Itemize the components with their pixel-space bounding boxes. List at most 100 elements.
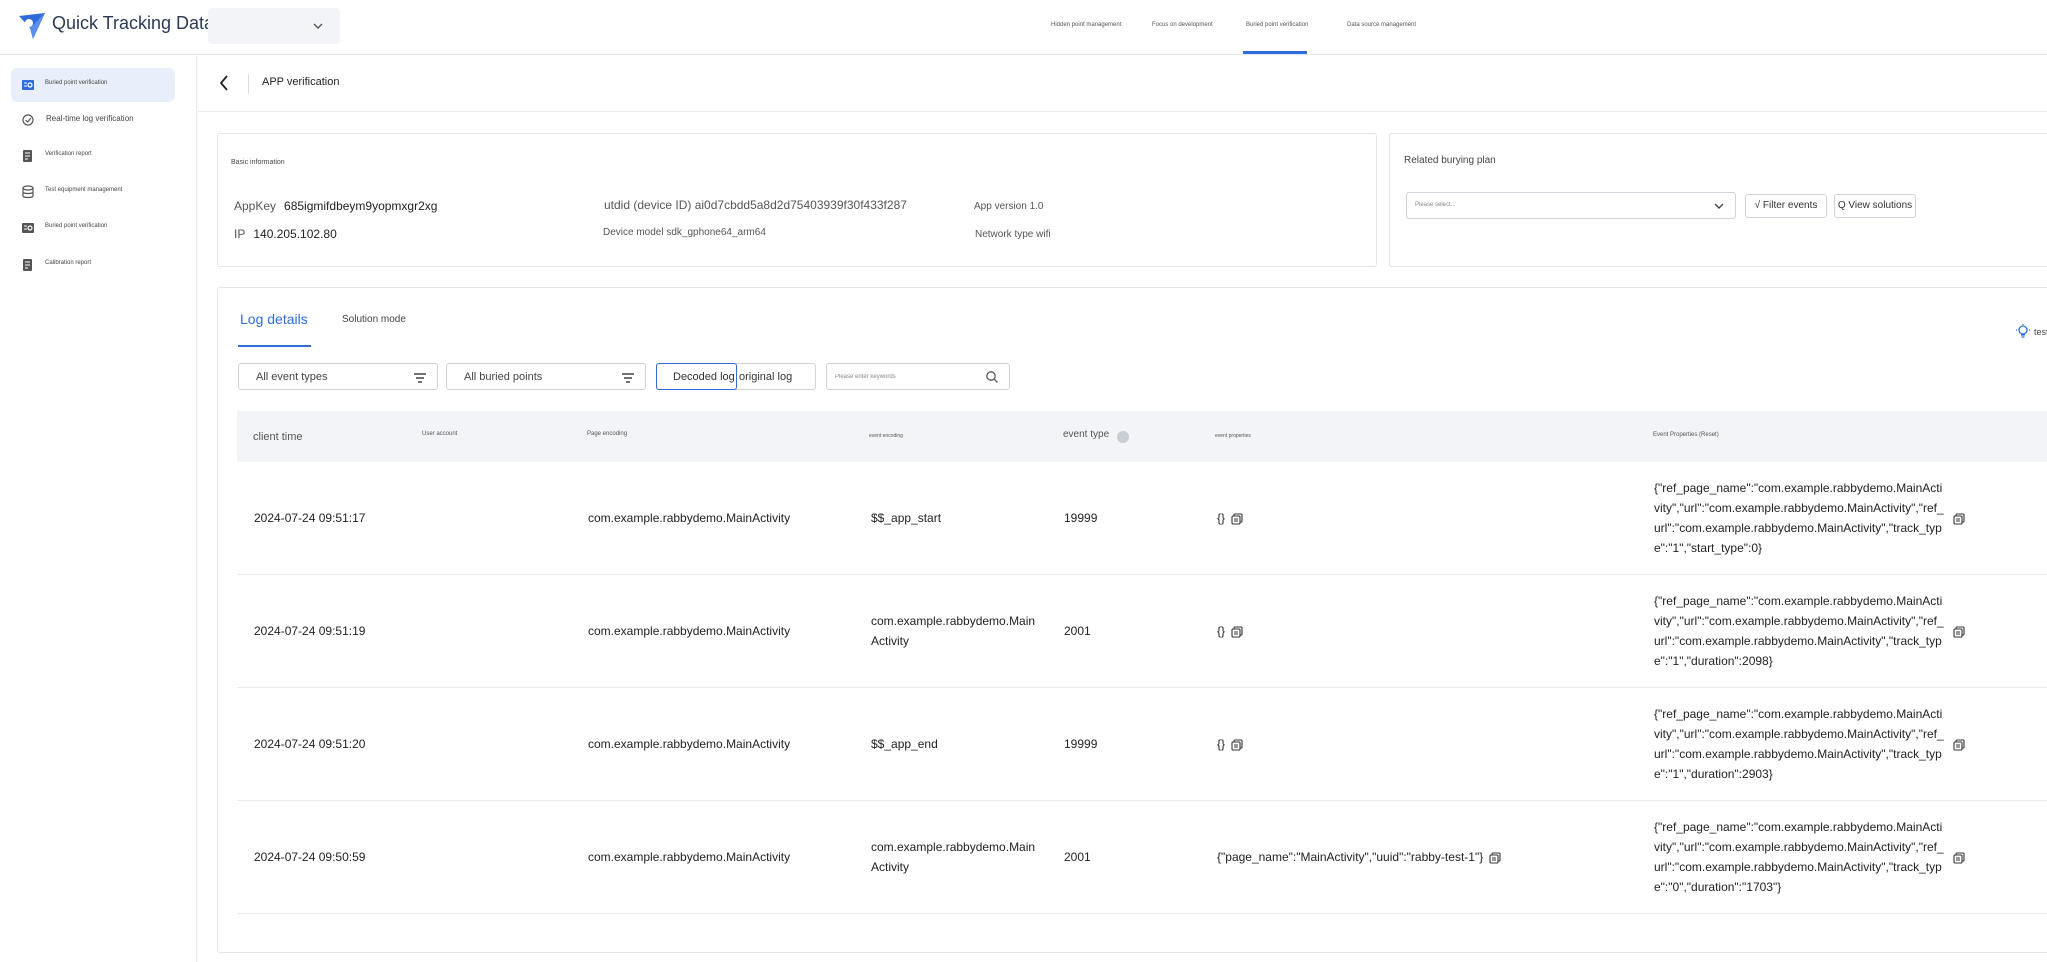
copy-icon[interactable] [1953,851,1965,864]
cell-event-properties: {} [1217,511,1243,525]
topnav-item-focus-development[interactable]: Focus on development [1152,22,1213,28]
sidebar-item-label: Verification report [45,151,92,157]
utdid-field: utdid (device ID) ai0d7cbdd5a8d2d7540393… [604,198,907,212]
cell-event-properties-reset: {"ref_page_name":"com.example.rabbydemo.… [1654,481,1944,555]
tab-active-indicator [238,345,311,347]
decoded-log-label: Decoded log [673,371,735,383]
sidebar-item-label: Buried point verification [45,80,108,86]
cell-event-properties-text: {} [1217,737,1226,751]
appkey-value: 685igmifdbeym9yopmxgr2xg [284,199,438,213]
page-header: APP verification [198,56,2047,112]
cell-page-encoding: com.example.rabbydemo.MainActivity [588,850,791,864]
table-row: 2024-07-24 09:51:17 com.example.rabbydemo… [237,462,2047,575]
search-list-icon [22,80,34,90]
original-log-option[interactable]: original log [739,371,792,383]
topnav-active-indicator [1243,51,1307,54]
cell-event-properties: {"page_name":"MainActivity","uuid":"rabb… [1217,850,1501,864]
table-row: 2024-07-24 09:50:59 com.example.rabbydemo… [237,801,2047,914]
ip-label: IP [234,227,246,241]
ip-field: IP 140.205.102.80 [234,227,337,241]
copy-icon[interactable] [1231,626,1243,638]
sidebar-item-test-equipment[interactable]: Test equipment management [11,175,175,209]
cell-event-type: 2001 [1064,850,1091,864]
back-arrow-icon[interactable] [216,72,232,94]
cell-client-time: 2024-07-24 09:51:17 [254,511,366,525]
header-divider [248,74,249,94]
cell-event-properties-text: {} [1217,624,1226,638]
top-nav: Hidden point management Focus on develop… [0,0,2047,55]
copy-icon[interactable] [1953,625,1965,638]
info-icon[interactable] [1117,431,1129,443]
sidebar-item-verification-report[interactable]: Verification report [11,139,175,173]
related-plan-title: Related burying plan [1404,155,1496,166]
cell-event-encoding: com.example.rabbydemo.MainActivity [871,614,1036,648]
cell-event-type: 19999 [1064,511,1098,525]
sidebar-item-buried-point-verification-2[interactable]: Buried point verification [11,211,175,245]
appkey-field: AppKey 685igmifdbeym9yopmxgr2xg [234,199,437,213]
search-input[interactable] [835,371,975,383]
topnav-item-hidden-point[interactable]: Hidden point management [1051,22,1121,28]
filter-icon [414,373,426,383]
column-event-properties-reset[interactable]: Event Properties (Reset) [1653,432,1719,438]
realtime-check-icon [22,114,34,126]
search-list-icon [22,223,34,233]
column-event-type[interactable]: event type [1063,429,1109,440]
column-client-time[interactable]: client time [253,431,303,443]
page-title: APP verification [262,76,340,88]
cell-event-type: 2001 [1064,624,1091,638]
buried-point-filter[interactable]: All buried points [446,363,646,390]
cell-event-properties-reset: {"ref_page_name":"com.example.rabbydemo.… [1654,820,1944,894]
buried-point-filter-label: All buried points [464,371,543,383]
device-model-field: Device model sdk_gphone64_arm64 [603,227,766,238]
topnav-item-buried-point-verification[interactable]: Buried point verification [1246,22,1308,28]
cell-event-type: 19999 [1064,737,1098,751]
plan-select[interactable]: Please select... [1406,192,1736,219]
basic-info-title: Basic information [231,159,285,166]
cell-client-time: 2024-07-24 09:51:19 [254,624,366,638]
sidebar-item-label: Calibration report [45,260,92,266]
table-row: 2024-07-24 09:51:20 com.example.rabbydemo… [237,688,2047,801]
column-event-properties[interactable]: event properties [1215,433,1251,439]
tab-solution-mode[interactable]: Solution mode [342,314,406,325]
database-icon [22,185,34,199]
table-row: 2024-07-24 09:51:19 com.example.rabbydemo… [237,575,2047,688]
app-version-field: App version 1.0 [974,201,1044,212]
log-mode-toggle: Decoded log original log [656,363,816,390]
copy-icon[interactable] [1231,513,1243,525]
cell-event-properties: {} [1217,737,1243,751]
cell-page-encoding: com.example.rabbydemo.MainActivity [588,511,791,525]
cell-event-properties-reset: {"ref_page_name":"com.example.rabbydemo.… [1654,594,1944,668]
column-event-encoding[interactable]: event encoding [869,433,903,439]
report-icon [23,259,32,271]
column-user-account[interactable]: User account [422,431,457,437]
column-page-encoding[interactable]: Page encoding [587,431,627,437]
network-type-field: Network type wifi [975,229,1051,240]
cell-event-encoding: com.example.rabbydemo.MainActivity [871,840,1036,874]
copy-icon[interactable] [1953,738,1965,751]
plan-select-placeholder: Please select... [1415,202,1456,208]
topnav-item-data-source[interactable]: Data source management [1347,22,1416,28]
filter-events-button[interactable]: √ Filter events [1745,194,1827,218]
sidebar-item-buried-point-verification[interactable]: Buried point verification [11,68,175,102]
sidebar-item-realtime-log[interactable]: Real-time log verification [11,103,175,137]
event-type-filter[interactable]: All event types [238,363,438,390]
view-solutions-button[interactable]: Q View solutions [1834,194,1916,218]
cell-event-encoding: $$_app_start [871,511,942,525]
keyword-search [826,363,1010,390]
cell-page-encoding: com.example.rabbydemo.MainActivity [588,737,791,751]
copy-icon[interactable] [1231,739,1243,751]
table-header: client time User account Page encoding e… [237,411,2047,462]
cell-client-time: 2024-07-24 09:51:20 [254,737,366,751]
sidebar-item-calibration-report[interactable]: Calibration report [11,248,175,282]
basic-info-card: Basic information AppKey 685igmifdbeym9yo… [217,133,1377,267]
cell-page-encoding: com.example.rabbydemo.MainActivity [588,624,791,638]
copy-icon[interactable] [1489,852,1501,864]
cell-client-time: 2024-07-24 09:50:59 [254,850,366,864]
tip-text[interactable]: test [2034,327,2047,337]
sidebar: Buried point verification Real-time log … [0,56,197,962]
lightbulb-icon[interactable] [2016,324,2030,340]
search-icon[interactable] [985,370,999,384]
copy-icon[interactable] [1953,512,1965,525]
related-plan-card: Related burying plan Please select... √ … [1389,133,2047,267]
tab-log-details[interactable]: Log details [240,311,308,327]
